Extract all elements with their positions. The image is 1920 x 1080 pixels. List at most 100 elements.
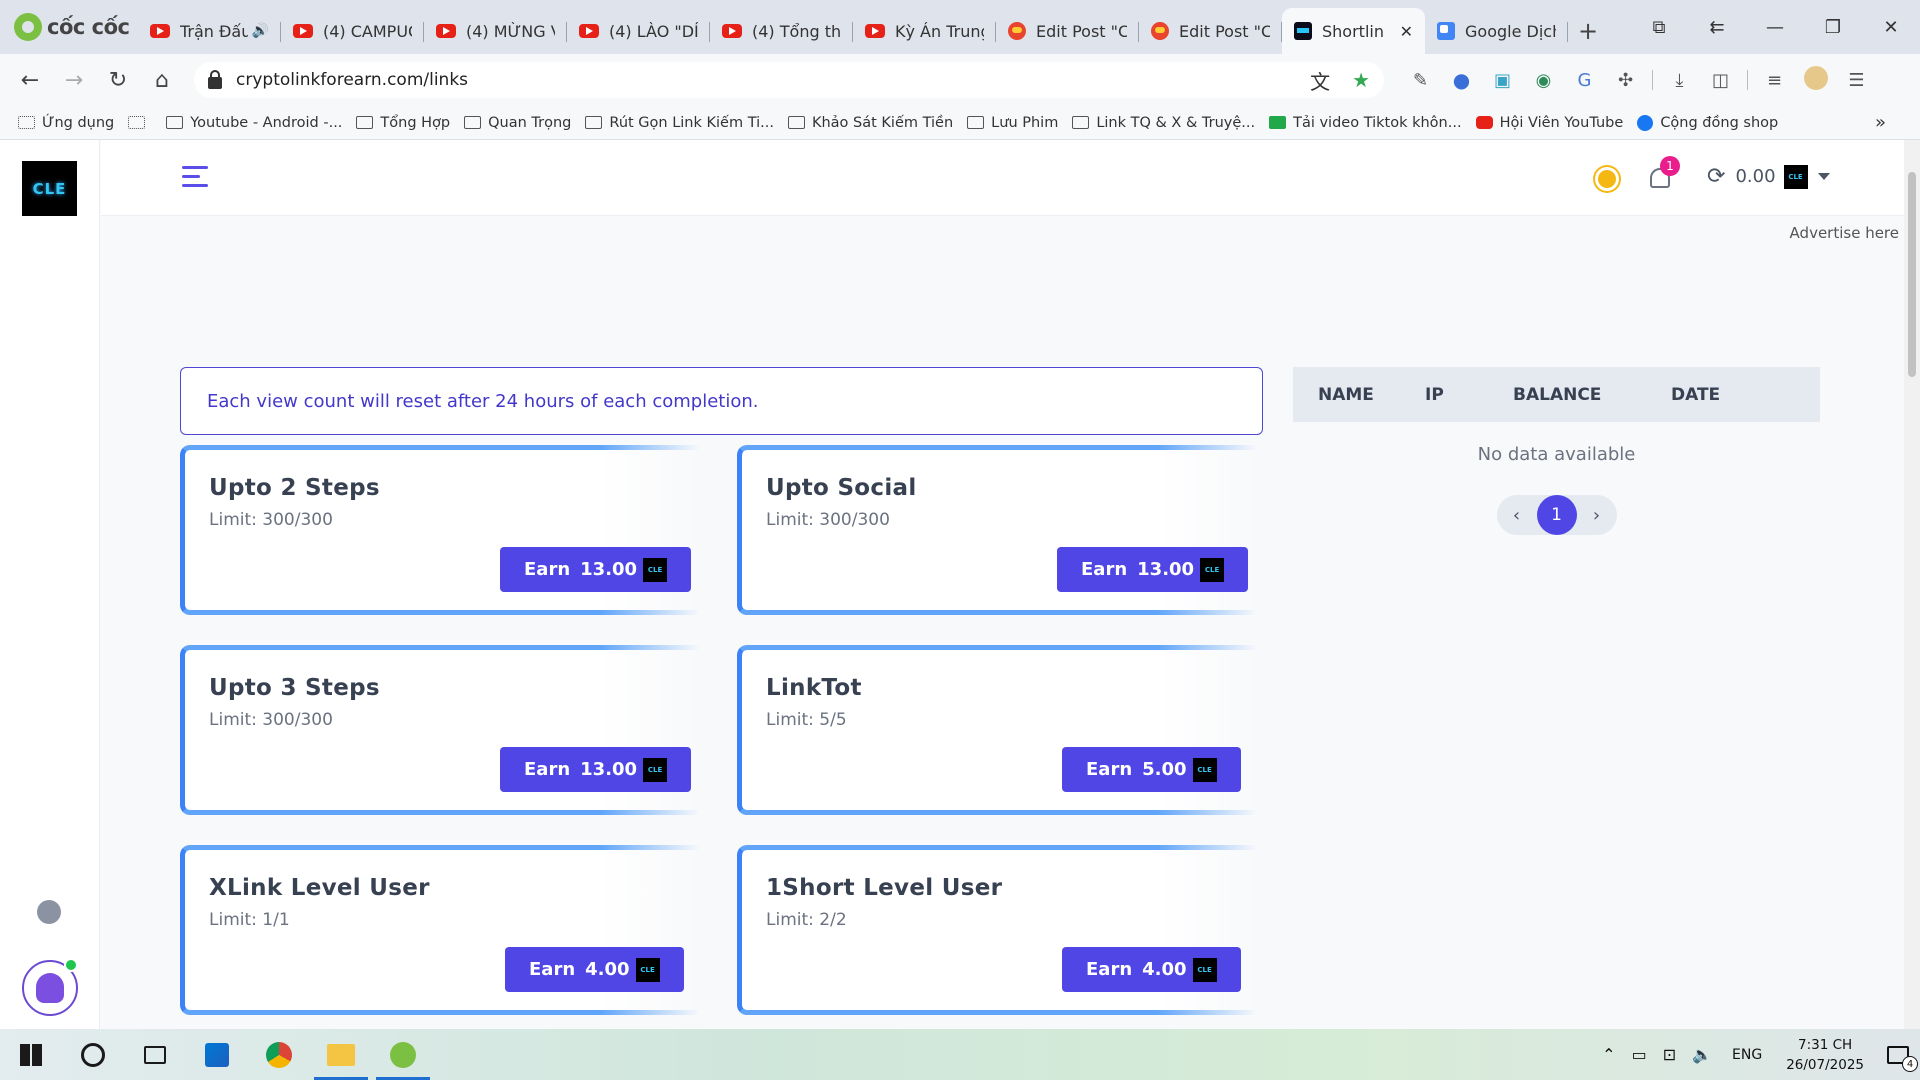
earn-button[interactable]: Earn 4.00 CLE [1062,947,1241,992]
chevron-right-icon[interactable]: › [1585,505,1609,526]
bookmark-hoi-vien-youtube[interactable]: Hội Viên YouTube [1475,115,1623,131]
bookmark-grid[interactable] [128,116,152,129]
profile-avatar[interactable] [1795,65,1836,95]
bookmark-youtube-android[interactable]: Youtube - Android -... [166,115,342,131]
tab-campuc[interactable]: (4) CAMPUC [281,8,424,54]
restore-button[interactable]: ❐ [1804,17,1862,38]
back-button[interactable]: ← [8,68,52,93]
page-scrollbar[interactable] [1904,140,1920,1029]
earn-button[interactable]: Earn 13.00 CLE [500,547,692,592]
taskbar-file-explorer[interactable] [310,1029,372,1080]
volume-icon[interactable]: 🔈 [1692,1045,1712,1064]
scrollbar-thumb[interactable] [1908,172,1916,377]
lock-icon[interactable] [208,69,222,89]
tab-lao[interactable]: (4) LÀO "DÍN [567,8,710,54]
game-extension-icon[interactable]: ▣ [1482,70,1523,91]
bookmark-tong-hop[interactable]: Tổng Hợp [356,115,450,131]
tab-ky-an[interactable]: Kỳ Án Trung [853,8,996,54]
page-1-button[interactable]: 1 [1536,495,1577,535]
close-window-button[interactable]: ✕ [1862,17,1920,38]
taskbar-coccoc[interactable] [372,1029,434,1080]
taskbar-store[interactable] [186,1029,248,1080]
bookmark-star-icon[interactable]: ★ [1352,68,1370,92]
tab-google-dich[interactable]: Google Dịch [1425,8,1568,54]
extensions-bar: ✎ ● ▣ ◉ G ✣ ⤓ ◫ ≡ ☰ [1400,65,1877,95]
download-icon[interactable]: ⤓ [1659,70,1700,91]
earn-button[interactable]: Earn 13.00 CLE [1057,547,1249,592]
extensions-puzzle-icon[interactable]: ✣ [1605,70,1646,91]
bookmark-quan-trong[interactable]: Quan Trọng [464,115,571,131]
advertise-link[interactable]: Advertise here [1790,216,1899,250]
cle-icon [1294,22,1312,40]
column-header-balance[interactable]: BALANCE [1513,385,1671,405]
taskbar-chrome[interactable] [248,1029,310,1080]
earn-label: Earn [524,759,571,780]
taskbar-search[interactable] [62,1029,124,1080]
chevron-up-icon[interactable]: ⌃ [1602,1045,1615,1064]
tab-mung[interactable]: (4) MỪNG V [424,8,567,54]
bookmark-luu-phim[interactable]: Lưu Phim [967,115,1058,131]
clock[interactable]: 7:31 CH 26/07/2025 [1786,1035,1864,1075]
tab-edit-post-1[interactable]: Edit Post "Cr [996,8,1139,54]
battery-icon[interactable]: ▭ [1632,1045,1647,1064]
reload-button[interactable]: ↻ [96,68,140,93]
bookmark-rut-gon-link[interactable]: Rút Gọn Link Kiếm Ti... [585,115,774,131]
browser-brand[interactable]: cốc cốc [0,13,138,41]
chevron-left-icon[interactable]: ‹ [1505,505,1529,526]
new-tab-button[interactable]: + [1568,8,1608,54]
balance-value: 0.00 [1735,166,1776,187]
earn-button[interactable]: Earn 13.00 CLE [500,747,692,792]
gear-icon[interactable] [37,900,61,924]
media-icon[interactable]: ≡ [1754,70,1795,91]
forward-button[interactable]: → [52,68,96,93]
task-view-button[interactable] [124,1029,186,1080]
tab-tong-thi[interactable]: (4) Tổng thi [710,8,853,54]
bookmark-khao-sat[interactable]: Khảo Sát Kiếm Tiền [787,115,953,131]
google-translate-icon [1437,22,1455,40]
side-panel-icon[interactable]: ◫ [1700,70,1741,91]
search-extension-icon[interactable]: ● [1441,68,1482,92]
url-text[interactable]: cryptolinkforearn.com/links [236,70,1288,90]
omnibox[interactable]: cryptolinkforearn.com/links 文 ★ [194,62,1384,98]
minimize-button[interactable]: — [1746,17,1804,38]
bookmarks-more-icon[interactable]: » [1875,112,1886,133]
translate-extension-icon[interactable]: G [1564,70,1605,91]
menu-icon[interactable]: ☰ [1836,70,1877,91]
folder-icon [1072,116,1090,129]
site-top-nav: 1 ⟳ 0.00 CLE [101,140,1920,216]
earn-button[interactable]: Earn 5.00 CLE [1062,747,1241,792]
column-header-name[interactable]: NAME [1293,385,1425,405]
tab-label: (4) MỪNG V [466,21,555,41]
action-center-button[interactable]: 4 [1876,1029,1920,1080]
bookmark-link-tq[interactable]: Link TQ & X & Truyệ... [1072,115,1255,131]
theme-toggle-sun-icon[interactable] [1598,170,1616,188]
tab-tran-dau[interactable]: Trận Đấu 🔊 [138,8,281,54]
bookmark-tiktok[interactable]: Tải video Tiktok khôn... [1269,115,1462,131]
home-button[interactable]: ⌂ [140,68,184,93]
support-chat-button[interactable] [22,958,78,1016]
column-header-ip[interactable]: IP [1425,385,1513,405]
caret-down-icon[interactable] [1817,173,1830,180]
bookmark-cong-dong-shop[interactable]: Cộng đồng shop [1637,114,1778,131]
translate-icon[interactable]: 文 [1310,66,1330,95]
feather-extension-icon[interactable]: ✎ [1400,70,1441,91]
globe-extension-icon[interactable]: ◉ [1523,70,1564,91]
refresh-icon[interactable]: ⟳ [1707,164,1725,189]
hamburger-menu-icon[interactable] [182,166,208,188]
language-indicator[interactable]: ENG [1732,1047,1762,1063]
network-icon[interactable]: ⊡ [1663,1045,1676,1064]
close-tab-icon[interactable]: ✕ [1400,22,1413,41]
earn-button[interactable]: Earn 4.00 CLE [505,947,684,992]
wallet-balance-dropdown[interactable]: ⟳ 0.00 CLE [1707,164,1830,189]
column-header-date[interactable]: DATE [1671,385,1720,405]
speaker-icon[interactable]: 🔊 [252,23,269,39]
screenshot-icon[interactable]: ⧉ [1630,17,1688,38]
earnings-table: NAME IP BALANCE DATE No data available ‹… [1293,367,1820,535]
tab-shortlinks[interactable]: Shortlin ✕ [1282,8,1425,54]
back-history-icon[interactable]: ⇇ [1688,17,1746,38]
start-button[interactable] [0,1029,62,1080]
earn-label: Earn [1086,759,1133,780]
site-logo[interactable]: CLE [22,161,77,216]
tab-edit-post-2[interactable]: Edit Post "Cr [1139,8,1282,54]
bookmark-apps[interactable]: Ứng dụng [18,115,114,131]
